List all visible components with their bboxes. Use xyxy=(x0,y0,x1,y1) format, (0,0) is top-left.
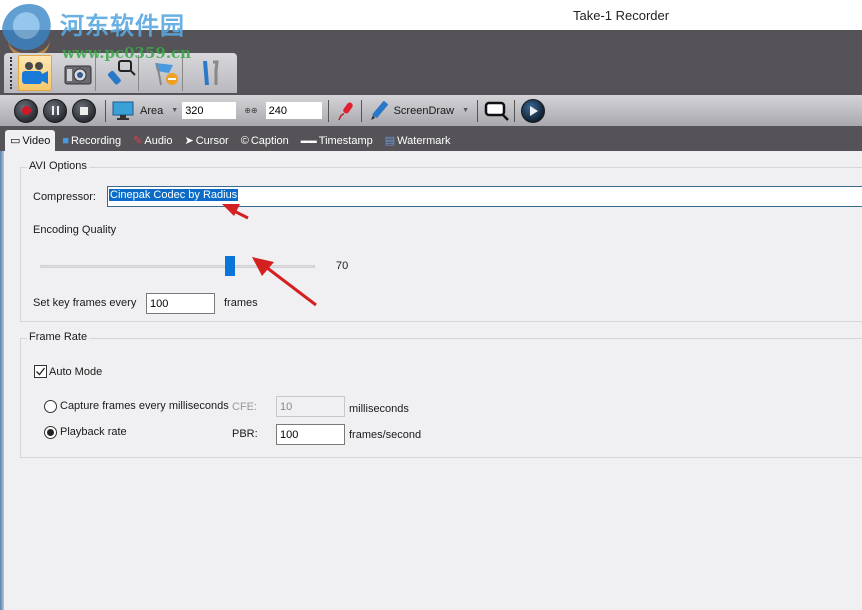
tab-audio[interactable]: ✎ Audio xyxy=(128,130,177,151)
area-width-input[interactable] xyxy=(182,102,237,119)
toolbar-separator xyxy=(360,99,362,122)
screendraw-dropdown-arrow-icon[interactable]: ▼ xyxy=(462,107,469,114)
toolbar-separator xyxy=(105,99,106,122)
compressor-value: Cinepak Codec by Radius xyxy=(109,189,239,201)
film-icon: ▭ xyxy=(10,135,21,147)
caption-icon: © xyxy=(240,134,249,147)
tab-label: Watermark xyxy=(397,134,451,147)
encoding-quality-track[interactable] xyxy=(40,265,315,268)
camcorder-icon: ■ xyxy=(62,134,69,147)
cfe-label: CFE: xyxy=(232,401,258,413)
stop-button[interactable] xyxy=(72,98,96,123)
watermark-logo-icon xyxy=(2,4,56,60)
stop-icon xyxy=(80,106,88,115)
toolbar-separator xyxy=(477,99,479,122)
avi-options-title: AVI Options xyxy=(27,160,89,172)
play-icon xyxy=(530,105,539,116)
toolbar-separator xyxy=(327,99,329,122)
frame-rate-group: Frame Rate xyxy=(20,331,862,458)
encoding-quality-label: Encoding Quality xyxy=(33,224,117,236)
toolbar-separator xyxy=(514,99,516,122)
tab-video[interactable]: ▭ Video xyxy=(5,130,56,151)
microphone-icon: ✎ xyxy=(133,135,143,147)
capture-frames-radio[interactable] xyxy=(44,400,57,413)
tab-cursor[interactable]: ➤ Cursor xyxy=(180,130,234,151)
frame-rate-title: Frame Rate xyxy=(27,331,90,343)
zoom-pen-icon xyxy=(108,60,136,85)
timestamp-icon: ▬▬ xyxy=(300,136,317,145)
tools-mode-button[interactable] xyxy=(193,55,227,91)
watermark-icon: ▤ xyxy=(384,135,396,147)
area-dropdown[interactable]: Area xyxy=(140,105,163,117)
watermark-text: 河东软件园 xyxy=(60,11,185,40)
window-title: Take-1 Recorder xyxy=(573,8,670,23)
link-dimensions-icon[interactable]: ⊕⊕ xyxy=(244,106,257,115)
photo-camera-icon xyxy=(64,65,92,85)
record-icon xyxy=(21,106,31,115)
record-button[interactable] xyxy=(14,98,38,123)
tab-caption[interactable]: © Caption xyxy=(236,130,294,151)
playback-rate-radio[interactable] xyxy=(44,426,57,439)
watermark-url: www.pc0359.cn xyxy=(62,44,192,62)
encoding-quality-slider-thumb[interactable] xyxy=(224,256,235,276)
magnifier-icon[interactable] xyxy=(484,100,510,122)
compressor-label: Compressor: xyxy=(33,191,96,203)
grip-handle[interactable] xyxy=(10,57,14,89)
playback-rate-label: Playback rate xyxy=(60,426,127,438)
pbr-unit: frames/second xyxy=(349,429,422,441)
tab-label: Caption xyxy=(250,134,289,147)
tab-label: Cursor xyxy=(195,134,229,147)
video-mode-button[interactable] xyxy=(17,55,52,91)
auto-mode-checkbox[interactable] xyxy=(34,365,47,378)
cursor-icon: ➤ xyxy=(184,135,194,147)
cfe-input[interactable] xyxy=(276,396,345,417)
tab-label: Audio xyxy=(144,134,173,147)
pause-button[interactable] xyxy=(43,98,67,123)
monitor-area-icon xyxy=(112,101,134,120)
screendraw-dropdown[interactable]: ScreenDraw xyxy=(394,105,455,117)
window-left-edge xyxy=(0,151,4,610)
encoding-quality-value: 70 xyxy=(336,260,349,272)
compressor-field[interactable]: Cinepak Codec by Radius xyxy=(107,186,862,207)
settings-tabs: ▭ Video ■ Recording ✎ Audio ➤ Cursor © C… xyxy=(0,126,862,151)
pen-icon[interactable] xyxy=(368,100,390,122)
flag-remove-icon xyxy=(154,62,178,86)
area-dropdown-arrow-icon[interactable]: ▼ xyxy=(171,107,178,114)
area-height-input[interactable] xyxy=(265,102,322,119)
keyframes-unit: frames xyxy=(224,297,258,309)
play-button[interactable] xyxy=(521,98,546,123)
tab-timestamp[interactable]: ▬▬ Timestamp xyxy=(296,130,378,151)
tab-watermark[interactable]: ▤ Watermark xyxy=(380,130,456,151)
tab-recording[interactable]: ■ Recording xyxy=(57,130,126,151)
tools-icon xyxy=(203,60,219,86)
pbr-input[interactable] xyxy=(276,424,345,445)
microphone-icon[interactable] xyxy=(335,100,357,122)
check-icon xyxy=(36,367,46,376)
auto-mode-label: Auto Mode xyxy=(49,366,103,378)
keyframes-input[interactable] xyxy=(146,293,215,314)
tab-label: Timestamp xyxy=(318,134,373,147)
tab-label: Recording xyxy=(71,134,122,147)
cfe-unit: milliseconds xyxy=(349,403,409,415)
keyframes-label: Set key frames every xyxy=(33,297,137,309)
tab-label: Video xyxy=(22,134,51,147)
recording-toolbar: Area ▼ ⊕⊕ ScreenDraw ▼ xyxy=(0,95,862,126)
video-camera-icon xyxy=(21,62,48,84)
capture-frames-label: Capture frames every milliseconds xyxy=(60,400,229,412)
pause-icon xyxy=(51,106,59,115)
pbr-label: PBR: xyxy=(232,428,258,440)
